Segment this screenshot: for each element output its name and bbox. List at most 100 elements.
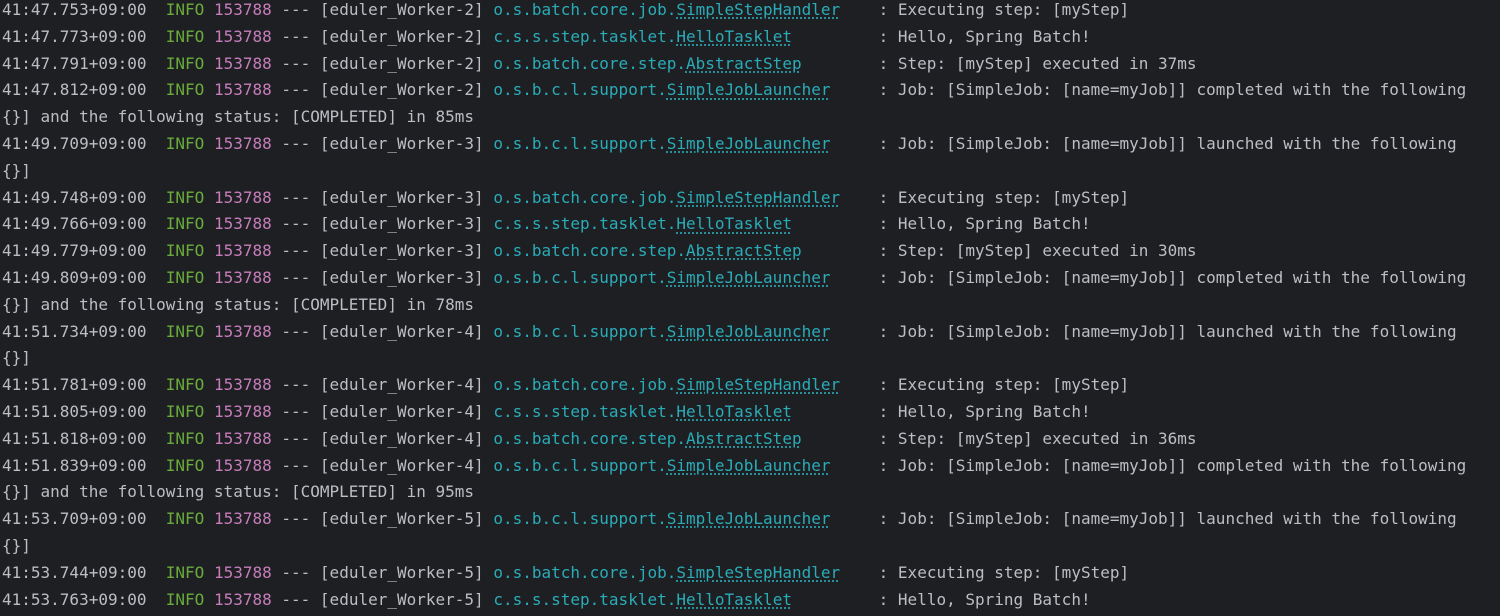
log-logger-package: o.s.batch.core.job.	[493, 187, 677, 207]
log-line: 41:47.753+09:00 INFO 153788 --- [eduler_…	[2, 0, 1129, 24]
log-logger-class-link[interactable]: SimpleStepHandler	[676, 188, 840, 207]
log-line: 41:49.709+09:00 INFO 153788 --- [eduler_…	[2, 131, 1457, 158]
log-logger-package: o.s.batch.core.job.	[493, 562, 677, 582]
log-separator: ---	[281, 402, 311, 421]
log-logger-class-link[interactable]: SimpleJobLauncher	[667, 322, 831, 341]
log-pid: 153788	[213, 375, 272, 395]
log-logger-package: o.s.batch.core.step.	[493, 241, 686, 261]
log-message-continuation: {}] and the following status: [COMPLETED…	[2, 294, 475, 314]
log-thread: [eduler_Worker-4]	[319, 402, 484, 421]
log-logger-class-link[interactable]: SimpleJobLauncher	[667, 134, 831, 153]
log-message: : Step: [myStep] executed in 37ms	[878, 53, 1197, 73]
log-level: INFO	[165, 509, 205, 529]
log-level: INFO	[165, 402, 205, 421]
log-logger-class-link[interactable]: SimpleStepHandler	[676, 375, 840, 394]
log-level: INFO	[165, 0, 205, 19]
log-separator: ---	[281, 134, 311, 153]
log-line: 41:49.748+09:00 INFO 153788 --- [eduler_…	[2, 185, 1129, 212]
log-logger-class-link[interactable]: HelloTasklet	[676, 402, 792, 421]
log-separator: ---	[281, 26, 311, 46]
log-timestamp: 41:51.839+09:00	[2, 455, 147, 475]
log-thread: [eduler_Worker-3]	[319, 214, 484, 234]
log-line: 41:53.709+09:00 INFO 153788 --- [eduler_…	[2, 506, 1457, 533]
log-message: : Hello, Spring Batch!	[878, 589, 1091, 609]
log-message-continuation: {}]	[2, 536, 31, 555]
log-logger-class-link[interactable]: AbstractStep	[686, 429, 802, 448]
log-logger-class-link[interactable]: SimpleJobLauncher	[667, 456, 831, 475]
log-timestamp: 41:51.781+09:00	[2, 375, 147, 395]
log-separator: ---	[281, 509, 311, 529]
log-pid: 153788	[213, 241, 272, 261]
log-continuation-line: {}] and the following status: [COMPLETED…	[2, 479, 474, 506]
log-separator: ---	[281, 214, 311, 234]
log-logger-class-link[interactable]: SimpleJobLauncher	[667, 80, 831, 99]
log-line: 41:51.839+09:00 INFO 153788 --- [eduler_…	[2, 453, 1466, 480]
log-message: : Job: [SimpleJob: [name=myJob]] complet…	[878, 80, 1467, 100]
log-continuation-line: {}]	[2, 158, 31, 185]
log-logger-package: c.s.s.step.tasklet.	[493, 214, 677, 234]
log-pid: 153788	[213, 53, 272, 73]
log-level: INFO	[165, 214, 205, 234]
log-thread: [eduler_Worker-5]	[319, 589, 484, 609]
log-thread: [eduler_Worker-3]	[319, 241, 484, 261]
log-level: INFO	[165, 187, 205, 207]
log-pid: 153788	[213, 134, 272, 153]
log-thread: [eduler_Worker-2]	[319, 80, 484, 100]
log-pid: 153788	[213, 26, 272, 46]
log-logger-class-link[interactable]: HelloTasklet	[676, 590, 792, 609]
log-message-continuation: {}]	[2, 160, 31, 180]
log-pid: 153788	[213, 214, 272, 234]
log-message-continuation: {}] and the following status: [COMPLETED…	[2, 107, 475, 127]
log-message: : Step: [myStep] executed in 36ms	[878, 428, 1197, 448]
log-logger-class-link[interactable]: HelloTasklet	[676, 214, 792, 233]
console-output[interactable]: 41:47.753+09:00 INFO 153788 --- [eduler_…	[0, 0, 1500, 616]
log-logger-class-link[interactable]: SimpleStepHandler	[676, 563, 840, 582]
log-pid: 153788	[213, 562, 272, 582]
log-message: : Hello, Spring Batch!	[878, 402, 1091, 421]
log-separator: ---	[281, 241, 311, 261]
log-pid: 153788	[213, 187, 272, 207]
log-line: 41:51.734+09:00 INFO 153788 --- [eduler_…	[2, 319, 1457, 346]
log-thread: [eduler_Worker-2]	[319, 0, 484, 19]
log-line: 41:49.766+09:00 INFO 153788 --- [eduler_…	[2, 211, 1091, 238]
log-logger-package: o.s.b.c.l.support.	[493, 509, 667, 529]
log-message: : Hello, Spring Batch!	[878, 214, 1091, 234]
log-pid: 153788	[213, 402, 272, 421]
log-timestamp: 41:53.709+09:00	[2, 509, 147, 529]
log-timestamp: 41:49.809+09:00	[2, 268, 147, 287]
log-continuation-line: {}] and the following status: [COMPLETED…	[2, 104, 474, 131]
log-message: : Executing step: [myStep]	[878, 375, 1130, 395]
log-message: : Executing step: [myStep]	[878, 187, 1130, 207]
log-logger-class-link[interactable]: SimpleJobLauncher	[667, 509, 831, 528]
log-timestamp: 41:49.766+09:00	[2, 214, 147, 234]
log-message: : Job: [SimpleJob: [name=myJob]] launche…	[878, 321, 1457, 341]
log-separator: ---	[281, 562, 311, 582]
log-logger-class-link[interactable]: HelloTasklet	[676, 27, 792, 46]
log-logger-class-link[interactable]: SimpleJobLauncher	[667, 268, 831, 287]
log-thread: [eduler_Worker-4]	[319, 428, 484, 448]
log-timestamp: 41:47.791+09:00	[2, 53, 147, 73]
log-level: INFO	[165, 134, 205, 153]
log-level: INFO	[165, 80, 205, 100]
log-logger-package: o.s.batch.core.step.	[493, 53, 686, 73]
log-level: INFO	[165, 455, 205, 475]
log-line: 41:51.818+09:00 INFO 153788 --- [eduler_…	[2, 426, 1197, 453]
log-separator: ---	[281, 187, 311, 207]
log-logger-class-link[interactable]: SimpleStepHandler	[676, 0, 840, 19]
log-level: INFO	[165, 589, 205, 609]
log-logger-class-link[interactable]: AbstractStep	[686, 241, 802, 260]
log-thread: [eduler_Worker-4]	[319, 321, 484, 341]
log-thread: [eduler_Worker-4]	[319, 375, 484, 395]
log-line: 41:53.763+09:00 INFO 153788 --- [eduler_…	[2, 587, 1091, 614]
log-message: : Step: [myStep] executed in 30ms	[878, 241, 1197, 261]
log-level: INFO	[165, 241, 205, 261]
log-logger-class-link[interactable]: AbstractStep	[686, 54, 802, 73]
log-logger-package: c.s.s.step.tasklet.	[493, 589, 677, 609]
log-logger-package: o.s.batch.core.step.	[493, 428, 686, 448]
log-thread: [eduler_Worker-3]	[319, 187, 484, 207]
log-pid: 153788	[213, 268, 272, 287]
log-line: 41:51.781+09:00 INFO 153788 --- [eduler_…	[2, 372, 1129, 399]
log-thread: [eduler_Worker-2]	[319, 26, 484, 46]
log-continuation-line: {}]	[2, 345, 31, 372]
log-level: INFO	[165, 375, 205, 395]
